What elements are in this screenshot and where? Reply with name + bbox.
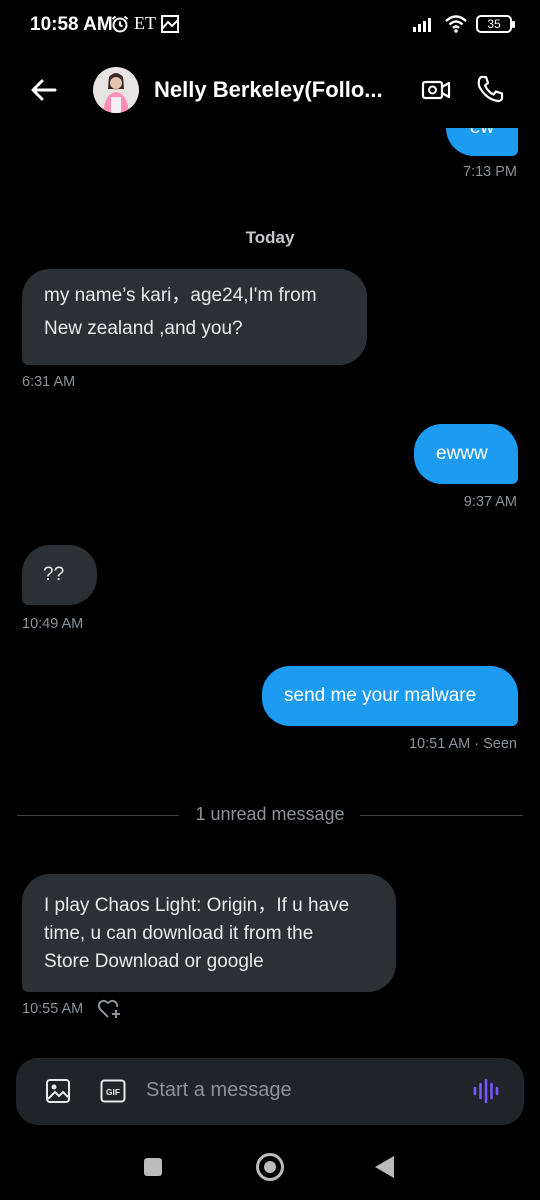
system-nav-bar [0, 1130, 540, 1200]
alarm-icon [111, 15, 129, 32]
message-timestamp: 9:37 AM [463, 494, 517, 510]
back-arrow-icon [31, 79, 57, 101]
message-composer: GIF Start a message [16, 1058, 524, 1125]
message-bubble-incoming[interactable]: my name’s kari，age24,I'm from New zealan… [22, 269, 367, 365]
message-text: ewww [436, 443, 488, 464]
conversation-header: Nelly Berkeley(Follo... [0, 52, 540, 128]
message-timestamp: 10:51 AM · Seen [408, 736, 517, 752]
video-call-button[interactable] [420, 74, 452, 106]
message-text: I play Chaos Light: Origin，If u have [44, 895, 350, 916]
divider [360, 815, 523, 816]
recent-apps-button[interactable] [144, 1158, 162, 1176]
message-timestamp: 10:55 AM [22, 1001, 84, 1017]
message-list[interactable]: ew 7:13 PM Today my name’s kari，age24,I'… [0, 128, 540, 1048]
image-notification-icon [161, 14, 179, 33]
phone-icon [477, 75, 504, 103]
message-text: my name’s kari，age24,I'm from [44, 285, 317, 306]
message-input[interactable]: Start a message [146, 1079, 292, 1102]
message-timestamp: 10:49 AM [22, 616, 84, 632]
avatar[interactable] [93, 67, 139, 113]
message-bubble-outgoing[interactable]: ew [446, 128, 518, 156]
home-button[interactable] [256, 1153, 284, 1181]
wifi-icon [445, 15, 467, 33]
gif-icon: GIF [100, 1079, 126, 1103]
status-bar: 10:58 AM ET 35 [0, 0, 540, 52]
message-text: send me your malware [284, 685, 477, 706]
unread-separator: 1 unread message [17, 801, 523, 831]
add-image-button[interactable] [45, 1078, 71, 1104]
voice-icon [473, 1078, 499, 1104]
message-text: Store Download or google [44, 951, 264, 972]
et-notification-label: ET [134, 13, 156, 33]
battery-icon: 35 [476, 15, 515, 33]
add-reaction-button[interactable] [97, 998, 123, 1020]
voice-message-button[interactable] [472, 1077, 500, 1105]
message-bubble-outgoing[interactable]: ewww [414, 424, 518, 484]
status-notification-icons: ET [110, 13, 180, 34]
message-timestamp: 6:31 AM [22, 374, 76, 390]
message-bubble-outgoing[interactable]: send me your malware [262, 666, 518, 726]
message-bubble-incoming[interactable]: ?? [22, 545, 97, 605]
image-icon [46, 1079, 70, 1103]
message-bubble-incoming[interactable]: I play Chaos Light: Origin，If u have tim… [22, 874, 396, 992]
video-call-icon [421, 80, 451, 100]
heart-plus-icon [97, 999, 120, 1018]
status-time: 10:58 AM [30, 14, 113, 35]
message-text: New zealand ,and you? [44, 318, 243, 339]
signal-icon [413, 18, 431, 32]
message-text: ?? [43, 564, 65, 585]
back-button[interactable] [26, 72, 62, 108]
day-separator: Today [245, 228, 295, 247]
status-system-icons: 35 [412, 14, 515, 34]
svg-text:GIF: GIF [106, 1087, 120, 1097]
phone-call-button[interactable] [474, 73, 506, 105]
message-timestamp: 7:13 PM [463, 164, 517, 180]
contact-name[interactable]: Nelly Berkeley(Follo... [154, 77, 394, 103]
message-text: time, u can download it from the [44, 923, 314, 944]
message-text: ew [470, 128, 494, 138]
system-back-button[interactable] [375, 1156, 394, 1178]
add-gif-button[interactable]: GIF [100, 1079, 126, 1103]
